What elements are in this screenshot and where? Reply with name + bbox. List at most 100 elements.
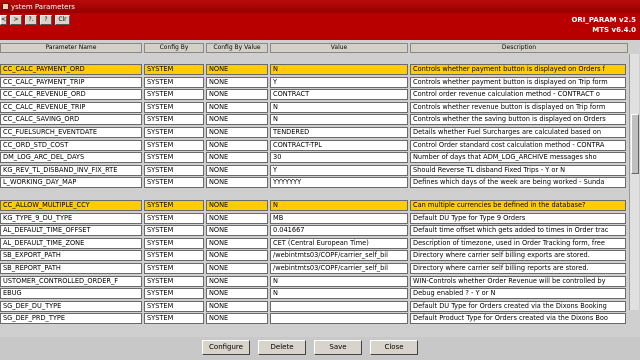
value-cell[interactable]: Y [270,76,408,88]
delete-button[interactable]: Delete [258,340,306,355]
config-by-cell[interactable]: SYSTEM [144,177,204,189]
config-by-cell[interactable]: SYSTEM [144,200,204,211]
description-cell[interactable]: Controls whether the saving button is di… [410,114,626,126]
config-by-cell[interactable]: SYSTEM [144,275,204,287]
value-cell[interactable] [270,300,408,312]
param-name-cell[interactable]: SG_DEF_DU_TYPE [0,300,142,312]
param-name-cell[interactable]: USTOMER_CONTROLLED_ORDER_F [0,275,142,287]
description-cell[interactable]: WIN-Controls whether Order Revenue will … [410,275,626,287]
config-by-cell[interactable]: SYSTEM [144,250,204,262]
config-by-cell[interactable]: SYSTEM [144,288,204,300]
value-cell[interactable]: N [270,101,408,113]
value-cell[interactable]: 30 [270,152,408,164]
description-cell[interactable]: Debug enabled ? - Y or N [410,288,626,300]
toolbar-help-button[interactable]: ? [40,15,52,25]
description-cell[interactable]: Controls whether payment button is displ… [410,64,626,75]
value-cell[interactable]: MB [270,212,408,224]
param-name-cell[interactable]: CC_FUELSURCH_EVENTDATE [0,127,142,138]
description-cell[interactable]: Defines which days of the week are being… [410,177,626,189]
description-cell[interactable]: Controls whether payment button is displ… [410,76,626,88]
description-cell[interactable]: Directory where carrier self billing exp… [410,250,626,262]
config-by-value-cell[interactable]: NONE [206,250,268,262]
config-by-value-cell[interactable]: NONE [206,152,268,164]
toolbar-next-button[interactable]: > [10,15,22,25]
param-name-cell[interactable]: CC_CALC_PAYMENT_ORD [0,64,142,75]
value-cell[interactable]: YYYYYYY [270,177,408,189]
value-cell[interactable]: N [270,64,408,75]
param-name-cell[interactable]: SG_DEF_PRD_TYPE [0,313,142,325]
value-cell[interactable]: 0.041667 [270,225,408,237]
config-by-cell[interactable]: SYSTEM [144,164,204,176]
config-by-cell[interactable]: SYSTEM [144,237,204,249]
config-by-cell[interactable]: SYSTEM [144,76,204,88]
param-name-cell[interactable]: CC_CALC_SAVING_ORD [0,114,142,126]
param-name-cell[interactable]: DM_LOG_ARC_DEL_DAYS [0,152,142,164]
config-by-value-cell[interactable]: NONE [206,313,268,325]
config-by-value-cell[interactable]: NONE [206,237,268,249]
description-cell[interactable]: Control order revenue calculation method… [410,89,626,101]
description-cell[interactable]: Default DU Type for Orders created via t… [410,300,626,312]
value-cell[interactable]: CONTRACT [270,89,408,101]
value-cell[interactable]: /webintmts03/COPF/carrier_self_bil [270,263,408,274]
config-by-cell[interactable]: SYSTEM [144,127,204,138]
param-name-cell[interactable]: CC_ORD_STD_COST [0,139,142,151]
param-name-cell[interactable]: KG_REV_TL_DISBAND_INV_FIX_RTE [0,164,142,176]
column-header-config-by-value[interactable]: Config By Value [206,43,268,53]
value-cell[interactable]: Y [270,164,408,176]
scrollbar-thumb[interactable] [631,114,639,174]
config-by-value-cell[interactable]: NONE [206,275,268,287]
value-cell[interactable]: N [270,275,408,287]
save-button[interactable]: Save [314,340,362,355]
value-cell[interactable]: N [270,200,408,211]
description-cell[interactable]: Can multiple currencies be defined in th… [410,200,626,211]
value-cell[interactable]: CONTRACT-TPL [270,139,408,151]
config-by-cell[interactable]: SYSTEM [144,64,204,75]
description-cell[interactable]: Should Reverse TL disband Fixed Trips - … [410,164,626,176]
value-cell[interactable]: N [270,288,408,300]
value-cell[interactable]: TENDERED [270,127,408,138]
param-name-cell[interactable]: KG_TYPE_9_DU_TYPE [0,212,142,224]
config-by-cell[interactable]: SYSTEM [144,313,204,325]
value-cell[interactable] [270,313,408,325]
config-by-value-cell[interactable]: NONE [206,200,268,211]
description-cell[interactable]: Number of days that ADM_LOG_ARCHIVE mess… [410,152,626,164]
config-by-cell[interactable]: SYSTEM [144,139,204,151]
config-by-value-cell[interactable]: NONE [206,212,268,224]
config-by-cell[interactable]: SYSTEM [144,89,204,101]
config-by-value-cell[interactable]: NONE [206,263,268,274]
vertical-scrollbar[interactable] [629,54,639,310]
param-name-cell[interactable]: AL_DEFAULT_TIME_OFFSET [0,225,142,237]
column-header-parameter-name[interactable]: Parameter Name [0,43,142,53]
close-button[interactable]: Close [370,340,418,355]
config-by-value-cell[interactable]: NONE [206,127,268,138]
param-name-cell[interactable]: EBUG [0,288,142,300]
description-cell[interactable]: Details whether Fuel Surcharges are calc… [410,127,626,138]
param-name-cell[interactable]: CC_CALC_REVENUE_TRIP [0,101,142,113]
config-by-value-cell[interactable]: NONE [206,139,268,151]
config-by-value-cell[interactable]: NONE [206,300,268,312]
description-cell[interactable]: Description of timezone, used in Order T… [410,237,626,249]
param-name-cell[interactable]: SB_REPORT_PATH [0,263,142,274]
config-by-cell[interactable]: SYSTEM [144,212,204,224]
value-cell[interactable]: /webintmts03/COPF/carrier_self_bil [270,250,408,262]
description-cell[interactable]: Default Product Type for Orders created … [410,313,626,325]
config-by-cell[interactable]: SYSTEM [144,263,204,274]
param-name-cell[interactable]: SB_EXPORT_PATH [0,250,142,262]
config-by-cell[interactable]: SYSTEM [144,225,204,237]
description-cell[interactable]: Default DU Type for Type 9 Orders [410,212,626,224]
config-by-value-cell[interactable]: NONE [206,114,268,126]
column-header-value[interactable]: Value [270,43,408,53]
config-by-value-cell[interactable]: NONE [206,177,268,189]
param-name-cell[interactable]: CC_ALLOW_MULTIPLE_CCY [0,200,142,211]
config-by-value-cell[interactable]: NONE [206,101,268,113]
toolbar-prev-button[interactable]: < [0,15,7,25]
config-by-value-cell[interactable]: NONE [206,225,268,237]
description-cell[interactable]: Control Order standard cost calculation … [410,139,626,151]
column-header-config-by[interactable]: Config By [144,43,204,53]
config-by-cell[interactable]: SYSTEM [144,114,204,126]
param-name-cell[interactable]: CC_CALC_PAYMENT_TRIP [0,76,142,88]
config-by-value-cell[interactable]: NONE [206,288,268,300]
config-by-cell[interactable]: SYSTEM [144,101,204,113]
config-by-value-cell[interactable]: NONE [206,89,268,101]
description-cell[interactable]: Default time offset which gets added to … [410,225,626,237]
